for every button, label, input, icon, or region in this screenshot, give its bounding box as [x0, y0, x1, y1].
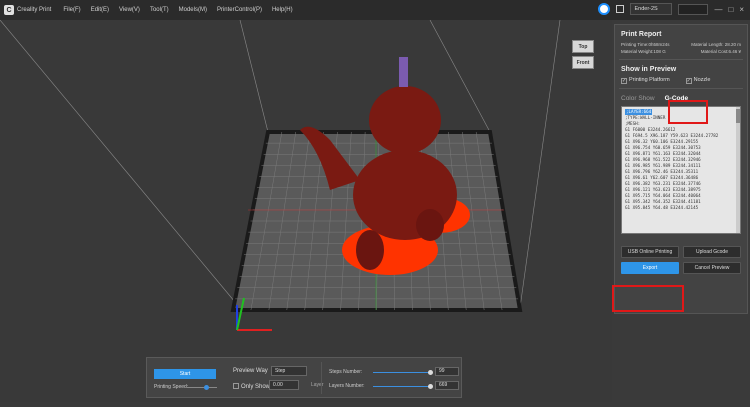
menu-models[interactable]: Models(M)	[179, 7, 207, 13]
layers-number-label: Layers Number:	[329, 383, 365, 389]
gcode-viewer[interactable]: ;LAYER:664 ;TYPE:WALL-INNER ;MESH: G1 F6000…	[621, 106, 741, 234]
printing-platform-label: Printing Platform	[629, 77, 670, 83]
app-name: Creality Print	[17, 7, 52, 13]
material-cost: Material Cost:6.46 ¥	[700, 49, 741, 54]
checkbox-icon	[233, 383, 239, 389]
start-button[interactable]: Start	[154, 369, 216, 379]
gcode-line[interactable]: G1 X95.845 Y64.48 E3244.42145	[625, 205, 737, 211]
usb-online-printing-button[interactable]: USB Online Printing	[621, 246, 679, 258]
cancel-preview-button[interactable]: Cancel Preview	[683, 262, 741, 274]
nozzle-checkbox[interactable]: ✓ Nozzle	[685, 77, 711, 84]
menu-file[interactable]: File(F)	[63, 7, 80, 13]
only-show-label: Only Show	[241, 384, 271, 390]
print-report-title: Print Report	[621, 31, 662, 38]
view-cube-top[interactable]: Top	[572, 40, 594, 53]
printing-platform-checkbox[interactable]: ✓ Printing Platform	[621, 77, 670, 84]
material-weight: Material Weight:108 G	[621, 49, 666, 54]
only-show-checkbox[interactable]: Only Show	[233, 382, 270, 390]
perspective-line	[239, 19, 269, 133]
export-button[interactable]: Export	[621, 262, 679, 274]
print-report-panel: Print Report Printing Time:0h58m24s Mate…	[614, 24, 748, 314]
close-button[interactable]: ×	[739, 5, 744, 14]
search-box[interactable]	[678, 3, 709, 15]
scene-svg	[0, 19, 561, 331]
printer-select[interactable]: Ender-2S	[630, 3, 673, 15]
menu-help[interactable]: Help(H)	[272, 7, 293, 13]
perspective-line	[0, 19, 241, 309]
printing-speed-slider[interactable]	[187, 385, 217, 390]
layers-number-input[interactable]: 669	[435, 381, 459, 390]
slider-handle[interactable]	[428, 384, 433, 389]
maximize-button[interactable]: □	[728, 5, 733, 14]
export-button-highlight	[612, 285, 684, 312]
menu-edit[interactable]: Edit(E)	[91, 7, 109, 13]
title-bar: C Creality Print File(F) Edit(E) View(V)…	[0, 0, 750, 20]
menu-bar: File(F) Edit(E) View(V) Tool(T) Models(M…	[63, 7, 292, 13]
upload-gcode-button[interactable]: Upload Gcode	[683, 246, 741, 258]
nozzle-label: Nozzle	[693, 77, 711, 83]
layers-slider[interactable]	[373, 384, 433, 389]
material-length: Material Length: 28.20 m	[691, 42, 741, 47]
tab-color-show[interactable]: Color Show	[621, 95, 655, 102]
divider	[619, 59, 743, 60]
model-leg-right	[416, 209, 444, 241]
show-in-preview-title: Show in Preview	[621, 66, 677, 73]
steps-number-input[interactable]: 99	[435, 367, 459, 376]
check-icon: ✓	[685, 78, 692, 84]
view-cube-front[interactable]: Front	[572, 56, 594, 69]
preview-control-bar: Start Printing Speed: Preview Way Step O…	[146, 357, 462, 398]
menu-tool[interactable]: Tool(T)	[150, 7, 169, 13]
menu-view[interactable]: View(V)	[119, 7, 140, 13]
gcode-scrollbar[interactable]	[736, 107, 740, 233]
printer-grid-icon[interactable]	[616, 5, 625, 13]
minimize-button[interactable]: —	[714, 5, 722, 14]
printing-time: Printing Time:0h58m24s	[621, 42, 670, 47]
app-logo-icon: C	[4, 5, 14, 15]
preview-way-label: Preview Way	[233, 368, 268, 374]
model-leg-left	[356, 230, 384, 270]
perspective-line	[519, 19, 561, 309]
slider-handle[interactable]	[204, 385, 209, 390]
3d-viewport[interactable]	[0, 19, 612, 402]
printing-speed-label: Printing Speed:	[154, 384, 189, 390]
check-icon: ✓	[621, 78, 627, 84]
steps-number-label: Steps Number:	[329, 369, 363, 375]
scrollbar-thumb[interactable]	[736, 109, 740, 123]
model-head	[369, 86, 441, 154]
gcode-tab-highlight	[668, 100, 708, 124]
cloud-login-icon[interactable]	[598, 3, 611, 15]
only-show-input[interactable]: 0.00	[269, 380, 299, 390]
steps-slider[interactable]	[373, 370, 433, 375]
slider-handle[interactable]	[428, 370, 433, 375]
model-head-post	[399, 57, 408, 87]
menu-printer-control[interactable]: PrinterControl(P)	[217, 7, 262, 13]
divider	[619, 88, 743, 89]
view-cube[interactable]: Top Front	[572, 40, 594, 69]
divider	[321, 362, 322, 394]
preview-way-select[interactable]: Step	[271, 366, 307, 376]
